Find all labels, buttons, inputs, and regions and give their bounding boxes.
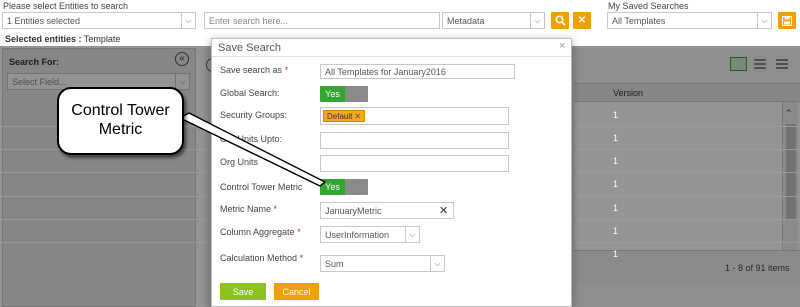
callout-line-1: Control Tower — [71, 102, 170, 119]
callout-line-2: Metric — [98, 121, 143, 138]
callout-box: Control Tower Metric — [57, 87, 184, 155]
